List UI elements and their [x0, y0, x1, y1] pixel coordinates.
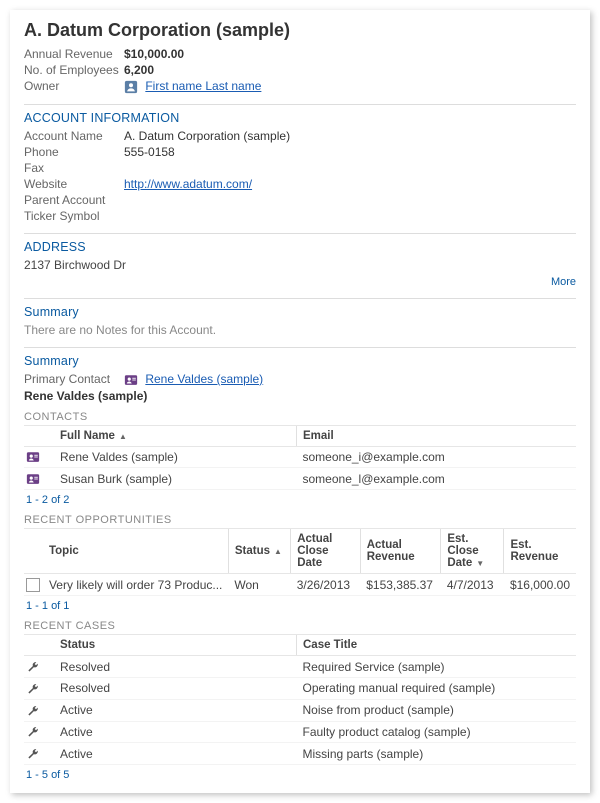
wrench-icon: [26, 704, 40, 718]
account-info-heading: ACCOUNT INFORMATION: [24, 111, 576, 125]
table-row[interactable]: ActiveNoise from product (sample): [24, 699, 576, 721]
wrench-icon: [26, 725, 40, 739]
contacts-table: Full Name▲ Email Rene Valdes (sample)som…: [24, 425, 576, 491]
sort-desc-icon: ▼: [476, 559, 484, 568]
cases-col-title[interactable]: Case Title: [297, 635, 577, 656]
opp-topic: Very likely will order 73 Produc...: [43, 574, 228, 596]
contact-card-icon: [26, 450, 40, 464]
primary-contact-row: Primary Contact Rene Valdes (sample): [24, 372, 576, 387]
case-status: Active: [54, 721, 297, 743]
contacts-heading: CONTACTS: [24, 411, 576, 423]
case-title: Missing parts (sample): [297, 743, 577, 765]
sort-asc-icon: ▲: [119, 432, 127, 441]
opp-est-close: 4/7/2013: [441, 574, 504, 596]
summary2-heading: Summary: [24, 354, 576, 368]
annual-revenue-row: Annual Revenue $10,000.00: [24, 47, 576, 61]
table-row[interactable]: Rene Valdes (sample)someone_i@example.co…: [24, 446, 576, 468]
case-status: Resolved: [54, 677, 297, 699]
opp-actual-close: 3/26/2013: [291, 574, 361, 596]
case-title: Noise from product (sample): [297, 699, 577, 721]
opps-col-topic[interactable]: Topic: [43, 529, 228, 574]
address-heading: ADDRESS: [24, 240, 576, 254]
table-row[interactable]: Susan Burk (sample)someone_l@example.com: [24, 468, 576, 490]
record-card: A. Datum Corporation (sample) Annual Rev…: [10, 10, 590, 793]
account-name-value: A. Datum Corporation (sample): [124, 129, 290, 143]
contacts-pager[interactable]: 1 - 2 of 2: [26, 494, 576, 506]
case-status: Active: [54, 743, 297, 765]
primary-contact-link[interactable]: Rene Valdes (sample): [145, 372, 263, 386]
primary-contact-name: Rene Valdes (sample): [24, 389, 576, 403]
contact-card-icon: [124, 373, 138, 387]
contact-email: someone_i@example.com: [297, 446, 577, 468]
opp-actual-rev: $153,385.37: [360, 574, 441, 596]
website-label: Website: [24, 177, 124, 191]
owner-label: Owner: [24, 79, 124, 93]
opps-pager[interactable]: 1 - 1 of 1: [26, 600, 576, 612]
table-row[interactable]: ActiveMissing parts (sample): [24, 743, 576, 765]
wrench-icon: [26, 660, 40, 674]
phone-value: 555-0158: [124, 145, 175, 159]
checkbox[interactable]: [26, 578, 40, 592]
table-row[interactable]: ResolvedRequired Service (sample): [24, 656, 576, 678]
wrench-icon: [26, 682, 40, 696]
employees-value: 6,200: [124, 63, 154, 77]
opps-col-actual-rev[interactable]: Actual Revenue: [360, 529, 441, 574]
account-name-label: Account Name: [24, 129, 124, 143]
opp-status: Won: [228, 574, 290, 596]
person-icon: [124, 80, 138, 94]
owner-row: Owner First name Last name: [24, 79, 576, 94]
opps-col-actual-close[interactable]: Actual Close Date: [291, 529, 361, 574]
contact-name: Rene Valdes (sample): [54, 446, 297, 468]
wrench-icon: [26, 747, 40, 761]
contacts-col-email[interactable]: Email: [297, 425, 577, 446]
opps-col-est-close[interactable]: Est. Close Date▼: [441, 529, 504, 574]
table-row[interactable]: Very likely will order 73 Produc...Won3/…: [24, 574, 576, 596]
contact-name: Susan Burk (sample): [54, 468, 297, 490]
contacts-col-fullname[interactable]: Full Name▲: [54, 425, 297, 446]
case-title: Required Service (sample): [297, 656, 577, 678]
owner-link[interactable]: First name Last name: [145, 79, 261, 93]
website-link[interactable]: http://www.adatum.com/: [124, 177, 252, 191]
opp-est-rev: $16,000.00: [504, 574, 576, 596]
cases-col-status[interactable]: Status: [54, 635, 297, 656]
opps-col-status[interactable]: Status▲: [228, 529, 290, 574]
table-row[interactable]: ResolvedOperating manual required (sampl…: [24, 677, 576, 699]
address-more-link[interactable]: More: [551, 276, 576, 288]
ticker-label: Ticker Symbol: [24, 209, 124, 223]
case-status: Active: [54, 699, 297, 721]
annual-revenue-label: Annual Revenue: [24, 47, 124, 61]
phone-label: Phone: [24, 145, 124, 159]
cases-table: Status Case Title ResolvedRequired Servi…: [24, 634, 576, 765]
no-notes-text: There are no Notes for this Account.: [24, 323, 576, 337]
employees-label: No. of Employees: [24, 63, 124, 77]
opps-table: Topic Status▲ Actual Close Date Actual R…: [24, 528, 576, 596]
case-title: Faulty product catalog (sample): [297, 721, 577, 743]
opps-col-est-rev[interactable]: Est. Revenue: [504, 529, 576, 574]
contact-email: someone_l@example.com: [297, 468, 577, 490]
page-title: A. Datum Corporation (sample): [24, 20, 576, 41]
cases-heading: RECENT CASES: [24, 620, 576, 632]
primary-contact-label: Primary Contact: [24, 372, 124, 386]
contact-card-icon: [26, 472, 40, 486]
case-title: Operating manual required (sample): [297, 677, 577, 699]
address-line1: 2137 Birchwood Dr: [24, 258, 576, 272]
summary1-heading: Summary: [24, 305, 576, 319]
annual-revenue-value: $10,000.00: [124, 47, 184, 61]
table-row[interactable]: ActiveFaulty product catalog (sample): [24, 721, 576, 743]
fax-label: Fax: [24, 161, 124, 175]
parent-account-label: Parent Account: [24, 193, 124, 207]
employees-row: No. of Employees 6,200: [24, 63, 576, 77]
opps-heading: RECENT OPPORTUNITIES: [24, 514, 576, 526]
cases-pager[interactable]: 1 - 5 of 5: [26, 769, 576, 781]
case-status: Resolved: [54, 656, 297, 678]
sort-asc-icon: ▲: [274, 547, 282, 556]
